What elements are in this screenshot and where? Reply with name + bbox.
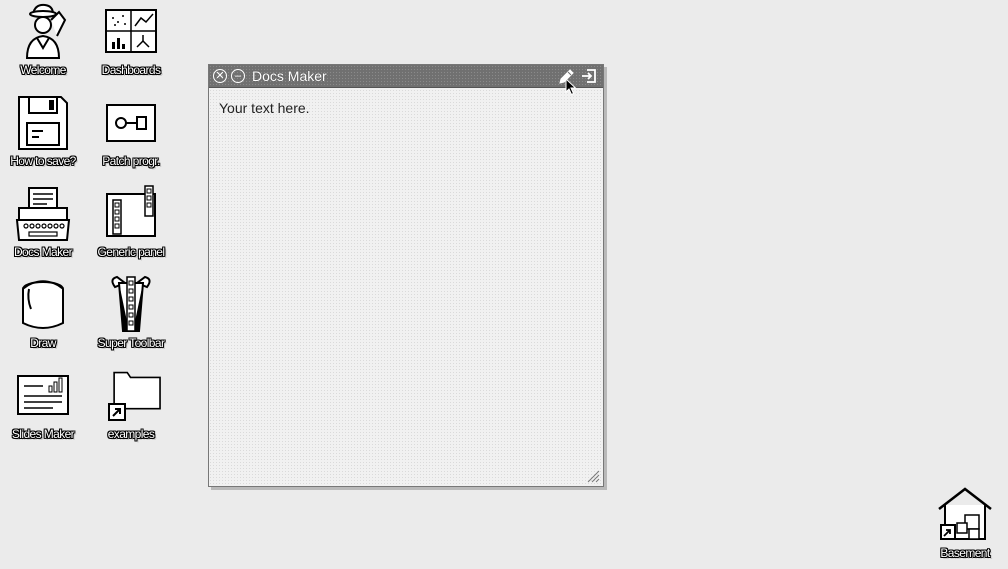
desktop-icon-label: Welcome [20, 63, 66, 77]
desktop-icon-label: examples [107, 427, 155, 441]
desktop-icon-label: Super Toolbar [97, 336, 165, 350]
desktop-icon-label: Generic panel [97, 245, 166, 259]
desktop-icon-label: Patch progr. [102, 154, 160, 168]
desktop-icon-label: Basement [940, 546, 990, 560]
folder-shortcut-icon [108, 371, 161, 421]
desktop-icon-label: Slides Maker [11, 427, 75, 441]
desktop-icon-label: How to save? [10, 154, 76, 168]
document-text: Your text here. [219, 100, 310, 116]
mouse-cursor-icon [565, 78, 577, 96]
patch-program-icon [106, 104, 156, 142]
typewriter-icon [15, 187, 71, 241]
minimize-icon[interactable]: – [231, 69, 245, 83]
desktop-icon-docs-maker[interactable]: Docs Maker [0, 184, 86, 268]
document-editor[interactable]: Your text here. [209, 88, 603, 128]
floppy-disk-icon [18, 96, 68, 150]
desktop-icon-examples[interactable]: examples [88, 366, 174, 450]
desktop-icon-super-toolbar[interactable]: Super Toolbar [88, 275, 174, 359]
window-title: Docs Maker [252, 68, 327, 84]
desktop-icon-label: Dashboards [101, 63, 161, 77]
desktop-icon-slides-maker[interactable]: Slides Maker [0, 366, 86, 450]
window-titlebar[interactable]: ✕ – Docs Maker [209, 65, 603, 88]
desktop-icon-patch-program[interactable]: Patch progr. [88, 93, 174, 177]
resize-grip-icon[interactable] [586, 469, 600, 483]
desktop-icon-welcome[interactable]: Welcome [0, 2, 86, 86]
paint-bucket-icon [22, 280, 64, 329]
generic-panel-icon [106, 185, 156, 237]
docs-maker-window[interactable]: ✕ – Docs Maker Your text here. [208, 64, 604, 487]
exit-icon[interactable] [581, 68, 597, 84]
close-icon[interactable]: ✕ [213, 69, 227, 83]
welcome-person-icon [25, 3, 67, 59]
desktop-icon-how-to-save[interactable]: How to save? [0, 93, 86, 177]
desktop-icon-dashboards[interactable]: Dashboards [88, 2, 174, 86]
desktop-icon-basement[interactable]: Basement [922, 485, 1008, 569]
super-toolbar-icon [111, 275, 151, 332]
desktop-icon-label: Draw [30, 336, 56, 350]
desktop-icon-generic-panel[interactable]: Generic panel [88, 184, 174, 268]
desktop-icon-label: Docs Maker [13, 245, 73, 259]
desktop-icon-draw[interactable]: Draw [0, 275, 86, 359]
dashboards-icon [105, 9, 157, 53]
slides-icon [17, 375, 69, 415]
basement-house-icon [938, 487, 992, 540]
